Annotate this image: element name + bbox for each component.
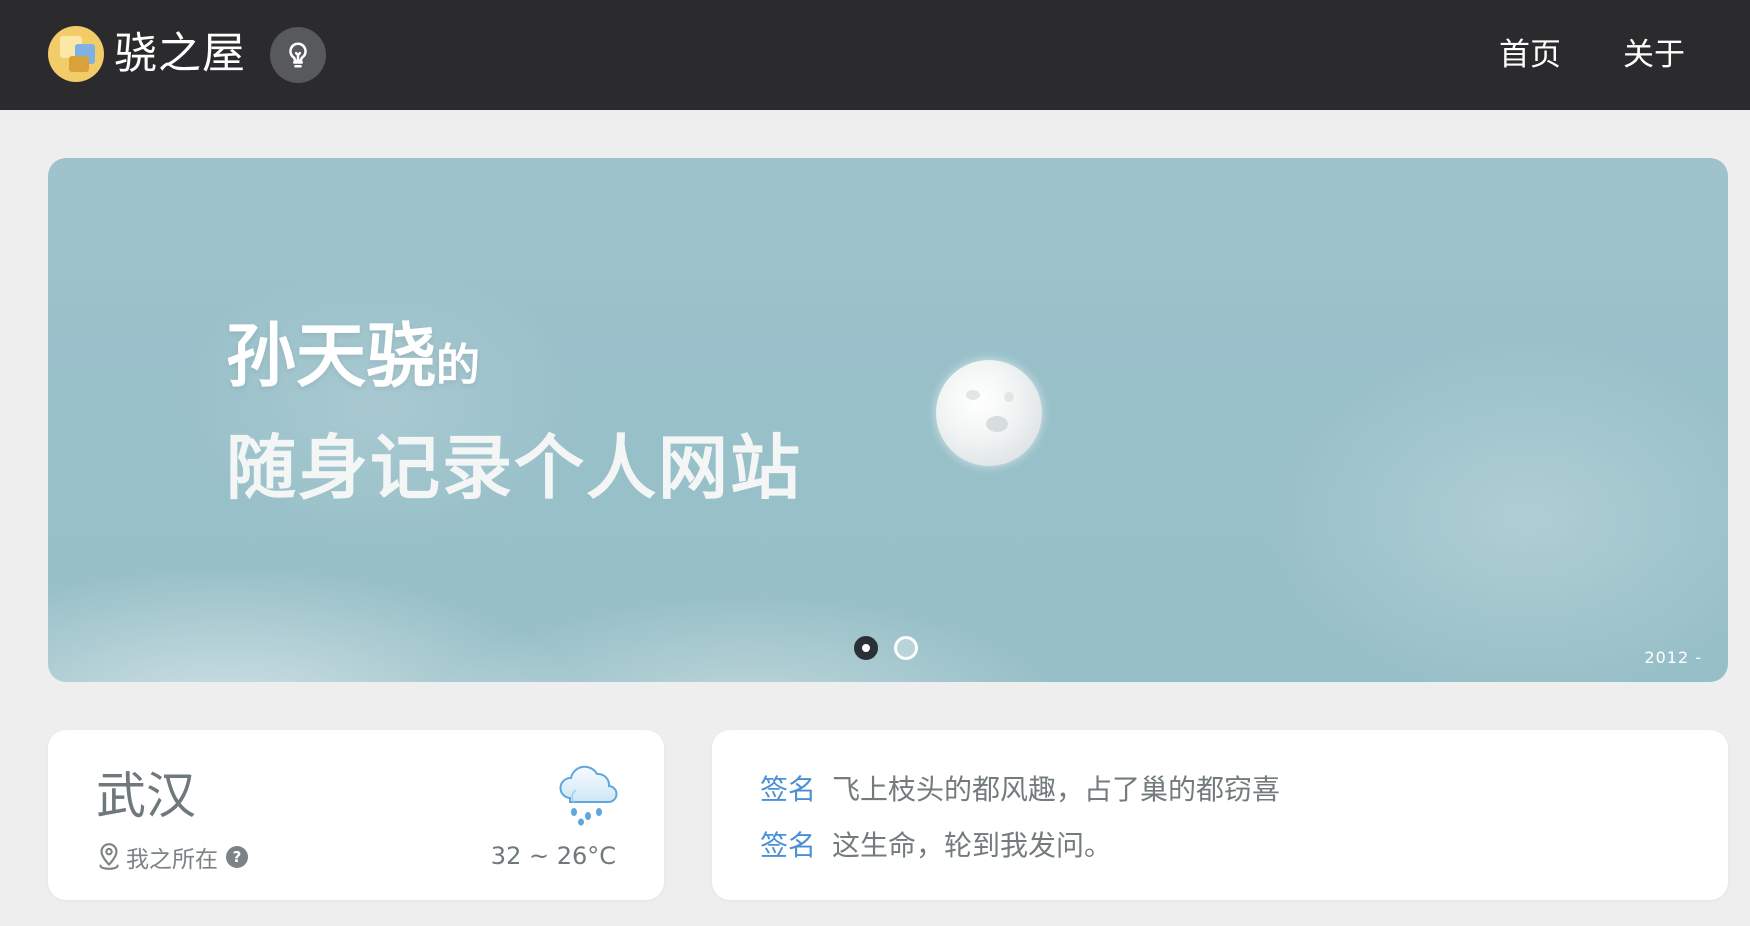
site-logo-icon[interactable]	[48, 26, 104, 82]
hero-headline: 孙天骁的 随身记录个人网站	[226, 306, 802, 520]
hero-headline-line2: 随身记录个人网站	[226, 426, 802, 509]
location-label: 我之所在	[126, 847, 218, 873]
hero-carousel[interactable]: 孙天骁的 随身记录个人网站 2012 -	[48, 158, 1728, 682]
main-nav: 首页 关于	[1468, 30, 1716, 80]
weather-city: 武汉	[96, 767, 196, 825]
location-pin-icon	[99, 843, 119, 870]
help-icon[interactable]: ?	[226, 846, 248, 868]
carousel-dot-2[interactable]	[894, 636, 918, 660]
location-row: 我之所在 ?	[96, 840, 248, 874]
moon-image	[936, 360, 1042, 466]
signature-card: 签名 飞上枝头的都风趣，占了巢的都窃喜 签名 这生命，轮到我发问。	[712, 730, 1728, 900]
hero-headline-line1: 孙天骁的	[226, 306, 802, 416]
year-label: 2012 -	[1644, 648, 1702, 667]
signature-text: 这生命，轮到我发问。	[832, 829, 1113, 862]
hero-headline-name: 孙天骁	[226, 314, 436, 397]
site-name[interactable]: 骁之屋	[114, 26, 246, 82]
lightbulb-icon	[289, 42, 307, 68]
site-brand[interactable]: 骁之屋	[48, 26, 246, 82]
carousel-dot-1[interactable]	[854, 636, 878, 660]
signature-tag[interactable]: 签名	[760, 770, 816, 810]
signature-item: 签名 飞上枝头的都风趣，占了巢的都窃喜	[760, 770, 1280, 810]
temperature-range: 32 ~ 26°C	[490, 842, 616, 870]
nav-home-link[interactable]: 首页	[1468, 30, 1592, 80]
top-navbar: 骁之屋 首页 关于	[0, 0, 1750, 110]
signature-tag[interactable]: 签名	[760, 826, 816, 866]
carousel-indicators	[854, 636, 918, 660]
weather-card: 武汉 我之所在 ? 32 ~ 26°C	[48, 730, 664, 900]
hero-headline-suffix: 的	[436, 340, 480, 391]
nav-about-link[interactable]: 关于	[1592, 30, 1716, 80]
signature-item: 签名 这生命，轮到我发问。	[760, 826, 1112, 866]
signature-text: 飞上枝头的都风趣，占了巢的都窃喜	[832, 773, 1281, 806]
theme-toggle-button[interactable]	[270, 27, 326, 83]
rain-cloud-icon	[559, 765, 618, 826]
